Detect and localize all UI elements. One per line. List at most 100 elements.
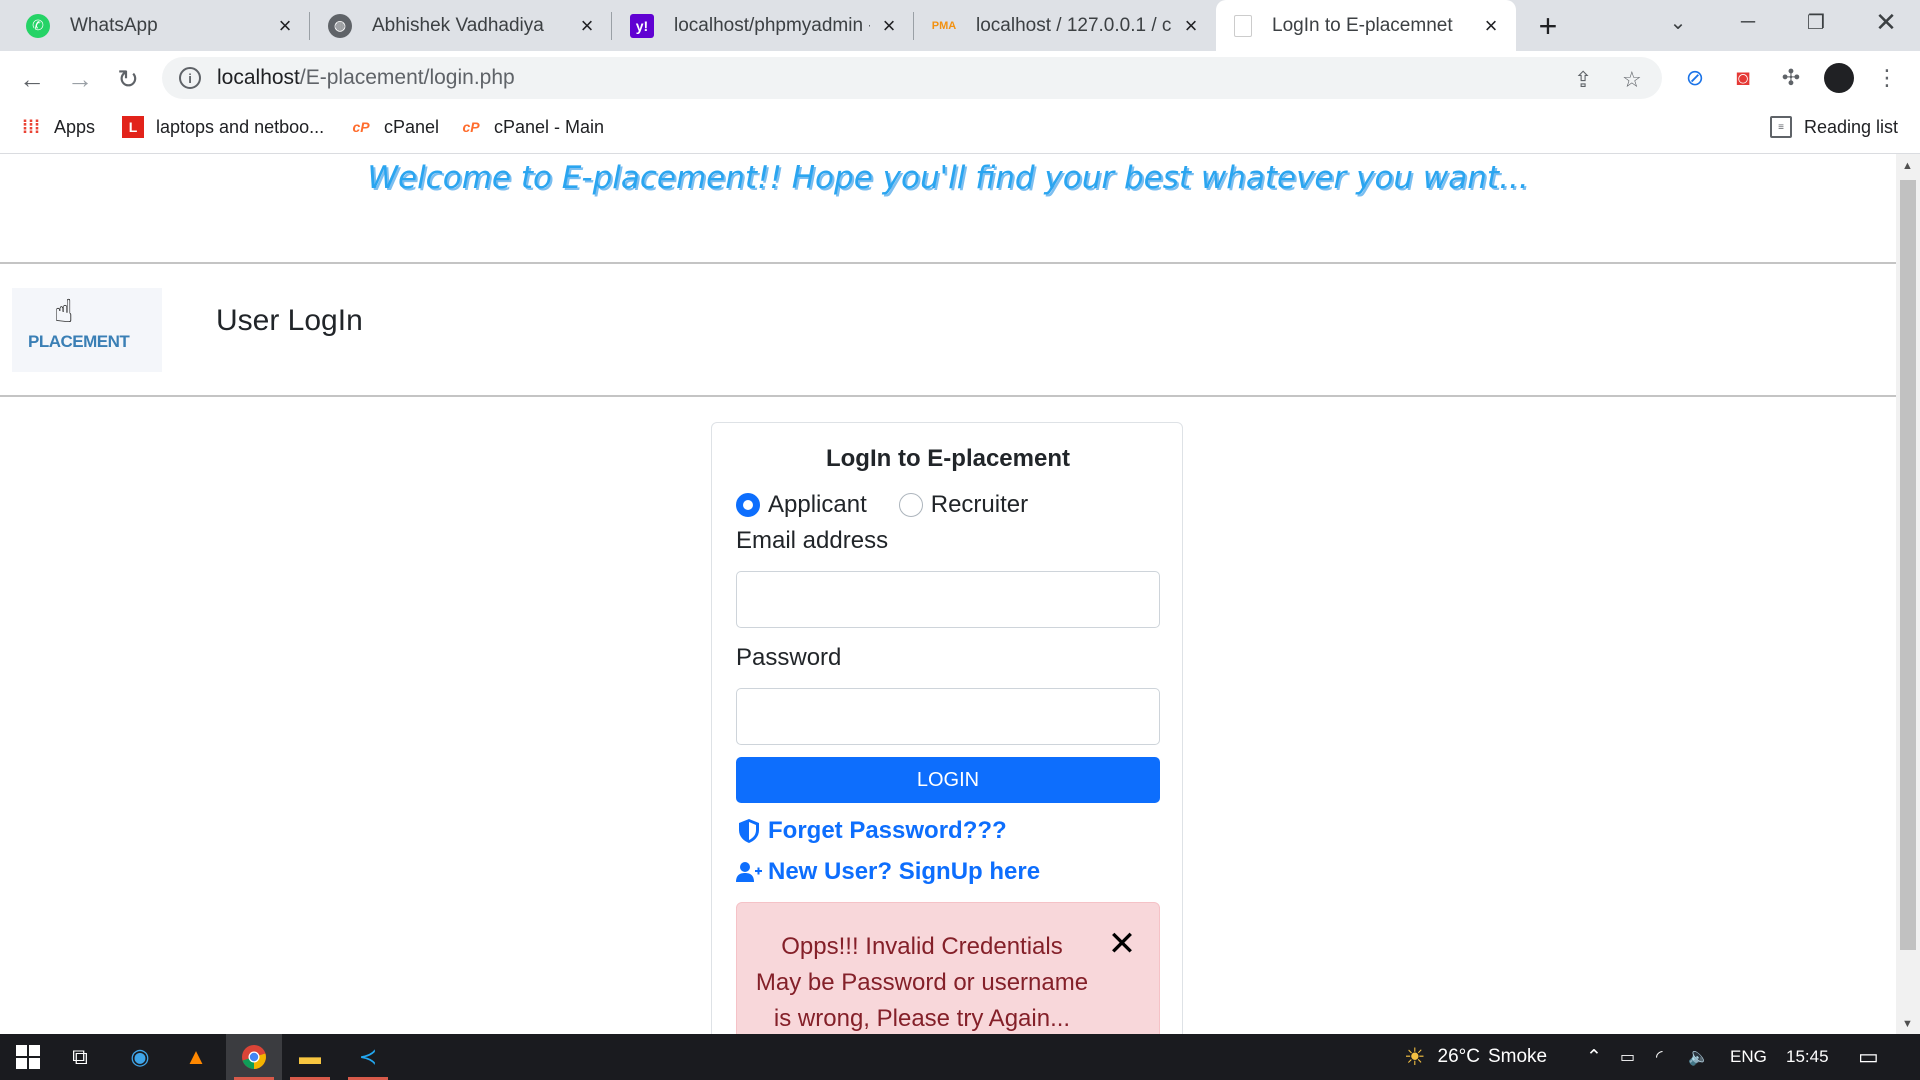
alert-line: is wrong, Please try Again...	[773, 1005, 1071, 1032]
back-button[interactable]: ←	[12, 59, 52, 99]
address-url[interactable]: localhost/E-placement/login.php	[217, 66, 515, 90]
wifi-icon[interactable]: ◜	[1656, 1034, 1663, 1080]
signup-link[interactable]: New User? SignUp here	[736, 858, 1040, 886]
notifications-icon[interactable]: ▭	[1858, 1034, 1879, 1080]
windows-start-icon[interactable]	[0, 1034, 56, 1080]
close-icon[interactable]: ×	[1480, 13, 1502, 38]
role-selector: Applicant Recruiter	[736, 491, 1028, 519]
alert-close-icon[interactable]: ✕	[1107, 925, 1137, 963]
email-field[interactable]	[736, 571, 1160, 628]
forgot-password-label: Forget Password???	[768, 817, 1007, 844]
welcome-banner: Welcome to E-placement!! Hope you'll fin…	[367, 160, 1529, 196]
shield-icon	[736, 818, 762, 844]
tab-abhishek[interactable]: ◍ Abhishek Vadhadiya ×	[310, 0, 612, 51]
yahoo-icon: y!	[630, 13, 654, 38]
chrome-taskbar-icon[interactable]	[226, 1034, 282, 1080]
email-label: Email address	[736, 527, 889, 554]
applicant-radio[interactable]	[736, 493, 760, 517]
address-bar[interactable]: i localhost/E-placement/login.php ⇪ ☆	[162, 57, 1662, 99]
bookmark-star-icon[interactable]: ☆	[1622, 67, 1642, 93]
tab-title: LogIn to E-placemnet	[1272, 14, 1453, 36]
tab-phpmyadmin-yahoo[interactable]: y! localhost/phpmyadmin - ×	[612, 0, 914, 51]
tab-title: WhatsApp	[70, 14, 158, 36]
forward-button[interactable]: →	[60, 59, 100, 99]
browser-toolbar: ← → ↻ i localhost/E-placement/login.php …	[0, 51, 1920, 106]
recruiter-label[interactable]: Recruiter	[931, 491, 1028, 519]
weather-widget[interactable]: ☀ 26°C Smoke	[1404, 1034, 1547, 1080]
profile-avatar-icon[interactable]	[1824, 63, 1854, 93]
close-icon[interactable]: ×	[274, 13, 296, 38]
minimize-button[interactable]: ─	[1718, 0, 1778, 44]
login-button[interactable]: LOGIN	[736, 757, 1160, 803]
bookmark-cpanel[interactable]: cP cPanel	[350, 116, 439, 138]
site-logo: ☝ PLACEMENT	[12, 288, 162, 372]
bookmark-laptops[interactable]: L laptops and netboo...	[122, 116, 324, 138]
tab-login-active[interactable]: LogIn to E-placemnet ×	[1216, 0, 1516, 51]
file-explorer-icon[interactable]: ▬	[282, 1034, 338, 1080]
bookmarks-bar: ⁞⁞⁞ Apps L laptops and netboo... cP cPan…	[0, 106, 1920, 154]
logo-text: PLACEMENT	[28, 332, 130, 351]
bookmark-label: cPanel - Main	[494, 116, 605, 137]
divider	[0, 262, 1896, 264]
alert-line: May be Password or username	[755, 969, 1089, 996]
clock[interactable]: 15:45	[1786, 1034, 1829, 1080]
chrome-menu-icon[interactable]: ⋮	[1872, 63, 1902, 93]
tray-overflow-icon[interactable]: ⌃	[1586, 1034, 1602, 1080]
scroll-thumb[interactable]	[1900, 180, 1916, 950]
close-icon[interactable]: ×	[878, 13, 900, 38]
applicant-label[interactable]: Applicant	[768, 491, 867, 519]
add-user-icon	[736, 861, 762, 883]
page-scrollbar[interactable]: ▲ ▼	[1896, 154, 1920, 1034]
hand-icon: ☝	[54, 293, 74, 329]
tab-title: localhost / 127.0.0.1 / con	[976, 14, 1172, 36]
close-icon[interactable]: ×	[1180, 13, 1202, 38]
tab-search-icon[interactable]: ⌄	[1648, 0, 1708, 44]
extensions-puzzle-icon[interactable]: ✣	[1776, 63, 1806, 93]
scroll-down-icon[interactable]: ▼	[1902, 1018, 1913, 1030]
cpanel-icon: cP	[352, 119, 370, 135]
globe-icon: ◍	[328, 13, 352, 38]
share-icon[interactable]: ⇪	[1574, 67, 1592, 93]
password-label: Password	[736, 644, 842, 671]
tab-strip: ✆ WhatsApp × ◍ Abhishek Vadhadiya × y! l…	[0, 0, 1920, 51]
bookmark-label: laptops and netboo...	[156, 116, 325, 137]
password-field[interactable]	[736, 688, 1160, 745]
scroll-up-icon[interactable]: ▲	[1902, 160, 1913, 172]
forgot-password-link[interactable]: Forget Password???	[736, 817, 1007, 845]
new-tab-button[interactable]: +	[1528, 8, 1568, 44]
bookmark-cpanel-main[interactable]: cP cPanel - Main	[460, 116, 604, 138]
tab-whatsapp[interactable]: ✆ WhatsApp ×	[8, 0, 310, 51]
weather-sun-icon: ☀	[1404, 1043, 1426, 1071]
edge-icon[interactable]: ◉	[112, 1034, 168, 1080]
block-extension-icon[interactable]: ⊘	[1680, 63, 1710, 93]
recruiter-radio[interactable]	[898, 493, 923, 517]
alert-message: Opps!!! Invalid Credentials May be Passw…	[737, 929, 1107, 1034]
reading-list-icon: ≡	[1770, 116, 1792, 138]
page-viewport: Welcome to E-placement!! Hope you'll fin…	[0, 154, 1896, 1034]
tab-phpmyadmin[interactable]: PMA localhost / 127.0.0.1 / con ×	[914, 0, 1216, 51]
apps-grid-icon: ⁞⁞⁞	[22, 116, 40, 137]
battery-icon[interactable]: ▭	[1620, 1034, 1635, 1080]
page-icon	[1234, 14, 1252, 37]
volume-icon[interactable]: 🔈	[1688, 1034, 1709, 1080]
phpmyadmin-icon: PMA	[931, 19, 957, 32]
reading-list-button[interactable]: ≡ Reading list	[1770, 116, 1898, 138]
pocket-extension-icon[interactable]: ◙	[1728, 63, 1758, 93]
reload-button[interactable]: ↻	[108, 59, 148, 99]
alert-line: Opps!!! Invalid Credentials	[781, 933, 1063, 960]
language-indicator[interactable]: ENG	[1730, 1034, 1767, 1080]
bookmark-label: Apps	[54, 116, 96, 137]
vlc-icon[interactable]: ▲	[168, 1034, 224, 1080]
restore-button[interactable]: ❐	[1786, 0, 1846, 44]
error-alert: Opps!!! Invalid Credentials May be Passw…	[736, 902, 1160, 1034]
divider	[0, 395, 1896, 397]
signup-label: New User? SignUp here	[768, 858, 1041, 885]
vscode-icon[interactable]: ≺	[340, 1034, 396, 1080]
task-view-icon[interactable]: ⧉	[52, 1034, 108, 1080]
window-close-button[interactable]: ✕	[1856, 0, 1916, 44]
lenovo-icon: L	[122, 116, 144, 138]
site-info-icon[interactable]: i	[179, 67, 201, 89]
bookmark-apps[interactable]: ⁞⁞⁞ Apps	[20, 116, 95, 138]
login-card-title: LogIn to E-placement	[825, 445, 1070, 472]
close-icon[interactable]: ×	[576, 13, 598, 38]
